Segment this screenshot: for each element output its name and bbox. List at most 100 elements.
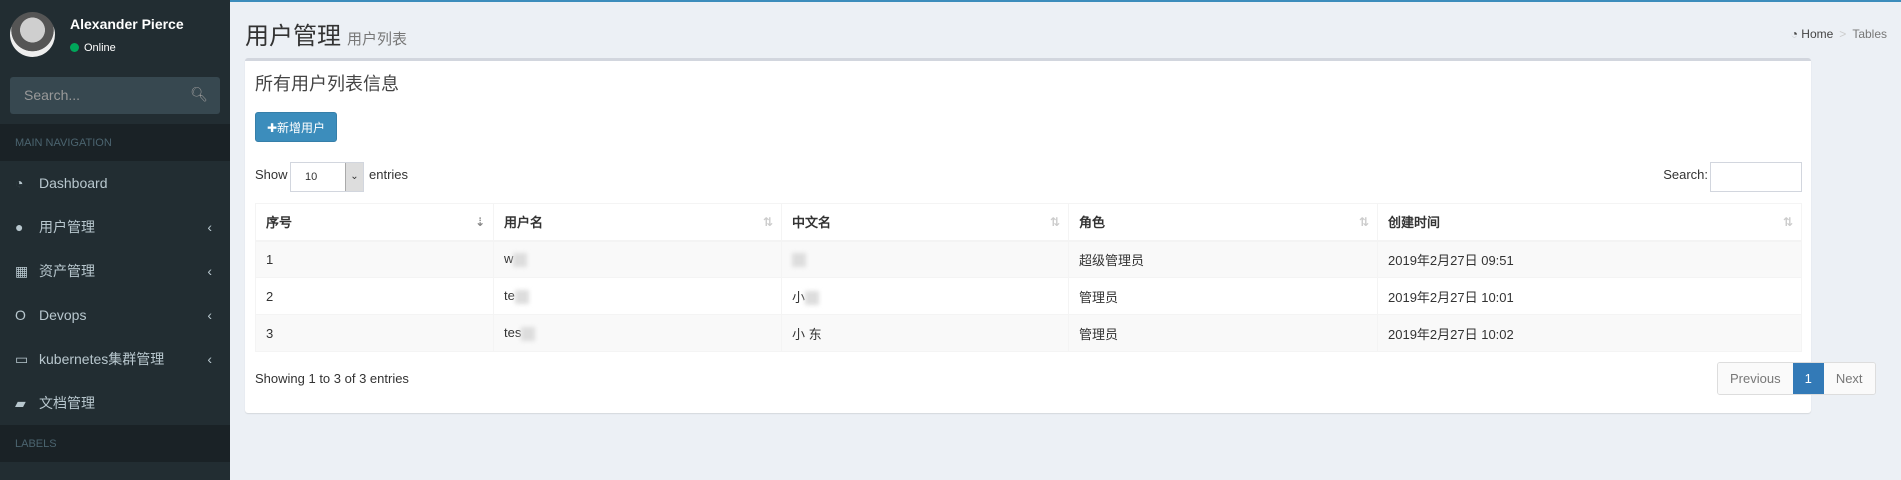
redaction [513, 253, 528, 268]
user-name: Alexander Pierce [70, 16, 184, 32]
column-header-index[interactable]: 序号 ⇣ [255, 203, 494, 242]
main-navigation-header: MAIN NAVIGATION [0, 124, 230, 161]
header-label: 角色 [1079, 215, 1106, 231]
cell-index: 3 [255, 314, 494, 352]
opera-icon: O [15, 307, 26, 323]
column-header-created[interactable]: 创建时间 ⇅ [1377, 203, 1802, 242]
chevron-left-icon: ‹ [207, 351, 212, 367]
chevron-down-icon[interactable]: ⌄ [345, 163, 363, 191]
chinese-name-text: 小 [792, 289, 806, 305]
sidebar-item-label: 文档管理 [39, 395, 95, 411]
sort-asc-icon[interactable]: ⇣ [475, 215, 485, 229]
table-row: 3 tes 小 东 管理员 2019年2月27日 10:02 [255, 314, 1802, 352]
cell-created: 2019年2月27日 09:51 [1377, 240, 1802, 278]
sort-icon[interactable]: ⇅ [1050, 215, 1060, 229]
next-button[interactable]: Next [1823, 363, 1875, 394]
labels-header: LABELS [0, 425, 230, 462]
table-row: 2 te 小 管理员 2019年2月27日 10:01 [255, 277, 1802, 315]
username-text: w [504, 251, 514, 267]
cell-created: 2019年2月27日 10:02 [1377, 314, 1802, 352]
entries-label: entries [369, 167, 409, 182]
page-size-value: 10 [305, 171, 318, 183]
online-dot-icon [70, 43, 79, 52]
chevron-left-icon: ‹ [207, 219, 212, 235]
sidebar: Alexander Pierce Online Search... 🔍︎ MAIN… [0, 0, 230, 480]
user-panel: Alexander Pierce Online [0, 0, 230, 70]
cell-created: 2019年2月27日 10:01 [1377, 277, 1802, 315]
table-icon: ▦ [15, 262, 29, 279]
show-label: Show [255, 167, 288, 182]
top-bar [230, 0, 1901, 2]
breadcrumb-tables: Tables [1852, 27, 1887, 41]
sidebar-item-label: Devops [39, 307, 87, 323]
breadcrumb-separator: > [1839, 27, 1847, 41]
cell-username: te [493, 277, 782, 315]
cell-role: 管理员 [1068, 314, 1378, 352]
sidebar-item-label: Dashboard [39, 175, 108, 191]
search-icon[interactable]: 🔍︎ [190, 86, 208, 103]
pagination: Previous 1 Next [1717, 362, 1876, 395]
cell-chinese-name [781, 240, 1069, 278]
table-info: Showing 1 to 3 of 3 entries [255, 371, 409, 386]
redaction [514, 289, 529, 304]
box-title: 所有用户列表信息 [255, 74, 399, 94]
table-header-row: 序号 ⇣ 用户名 ⇅ 中文名 ⇅ 角色 ⇅ 创建时间 ⇅ [255, 203, 1802, 242]
user-icon: ● [15, 219, 24, 235]
column-header-chinese-name[interactable]: 中文名 ⇅ [781, 203, 1069, 242]
column-header-username[interactable]: 用户名 ⇅ [493, 203, 782, 242]
page-title: 用户管理 用户列表 [245, 16, 407, 51]
cell-username: tes [493, 314, 782, 352]
sidebar-item-label: 用户管理 [39, 219, 95, 235]
redaction [792, 253, 806, 268]
header-label: 序号 [266, 215, 293, 231]
sidebar-item-asset-management[interactable]: ▦ 资产管理 ‹ [0, 249, 230, 293]
cell-role: 超级管理员 [1068, 240, 1378, 278]
header-label: 创建时间 [1388, 215, 1441, 231]
sidebar-search-input[interactable]: Search... 🔍︎ [10, 77, 220, 114]
book-icon: ▰ [15, 394, 26, 411]
users-table: 序号 ⇣ 用户名 ⇅ 中文名 ⇅ 角色 ⇅ 创建时间 ⇅ 1 w 超级管理员 2019年2… [255, 203, 1802, 352]
header-label: 中文名 [792, 215, 832, 231]
sort-icon[interactable]: ⇅ [763, 215, 773, 229]
redaction [521, 326, 536, 341]
page-1-button[interactable]: 1 [1792, 363, 1824, 394]
sort-icon[interactable]: ⇅ [1359, 215, 1369, 229]
header-label: 用户名 [504, 215, 544, 231]
column-header-role[interactable]: 角色 ⇅ [1068, 203, 1378, 242]
dashboard-icon: ◔ [15, 175, 24, 191]
sidebar-item-devops[interactable]: O Devops ‹ [0, 293, 230, 337]
sidebar-item-label: kubernetes集群管理 [39, 351, 165, 367]
sidebar-item-label: 资产管理 [39, 263, 95, 279]
laptop-icon: ▭ [15, 350, 29, 367]
breadcrumb-home[interactable]: Home [1801, 27, 1833, 41]
table-row: 1 w 超级管理员 2019年2月27日 09:51 [255, 240, 1802, 278]
username-text: te [504, 288, 515, 304]
add-user-button[interactable]: ✚新增用户 [255, 112, 337, 142]
cell-role: 管理员 [1068, 277, 1378, 315]
chevron-left-icon: ‹ [207, 263, 212, 279]
sidebar-item-user-management[interactable]: ● 用户管理 ‹ [0, 205, 230, 249]
username-text: tes [504, 325, 522, 341]
search-placeholder: Search... [24, 87, 81, 103]
sort-icon[interactable]: ⇅ [1783, 215, 1793, 229]
cell-chinese-name: 小 [781, 277, 1069, 315]
sidebar-item-docs[interactable]: ▰ 文档管理 [0, 381, 230, 425]
sidebar-item-dashboard[interactable]: ◔ Dashboard [0, 161, 230, 205]
chevron-left-icon: ‹ [207, 307, 212, 323]
sidebar-item-kubernetes[interactable]: ▭ kubernetes集群管理 ‹ [0, 337, 230, 381]
user-status: Online [70, 42, 116, 54]
breadcrumb: ◔ Home > Tables [1791, 27, 1887, 41]
redaction [805, 291, 820, 306]
title-text: 用户管理 [245, 23, 341, 50]
search-label: Search: [1663, 167, 1708, 182]
cell-index: 2 [255, 277, 494, 315]
avatar [10, 12, 55, 57]
previous-button[interactable]: Previous [1718, 363, 1793, 394]
cell-index: 1 [255, 240, 494, 278]
table-search-input[interactable] [1710, 162, 1802, 192]
status-text: Online [84, 42, 116, 54]
page-subtitle: 用户列表 [347, 31, 408, 48]
cell-chinese-name: 小 东 [781, 314, 1069, 352]
dashboard-icon: ◔ [1790, 27, 1802, 41]
page-size-select[interactable]: 10 ⌄ [290, 162, 364, 192]
